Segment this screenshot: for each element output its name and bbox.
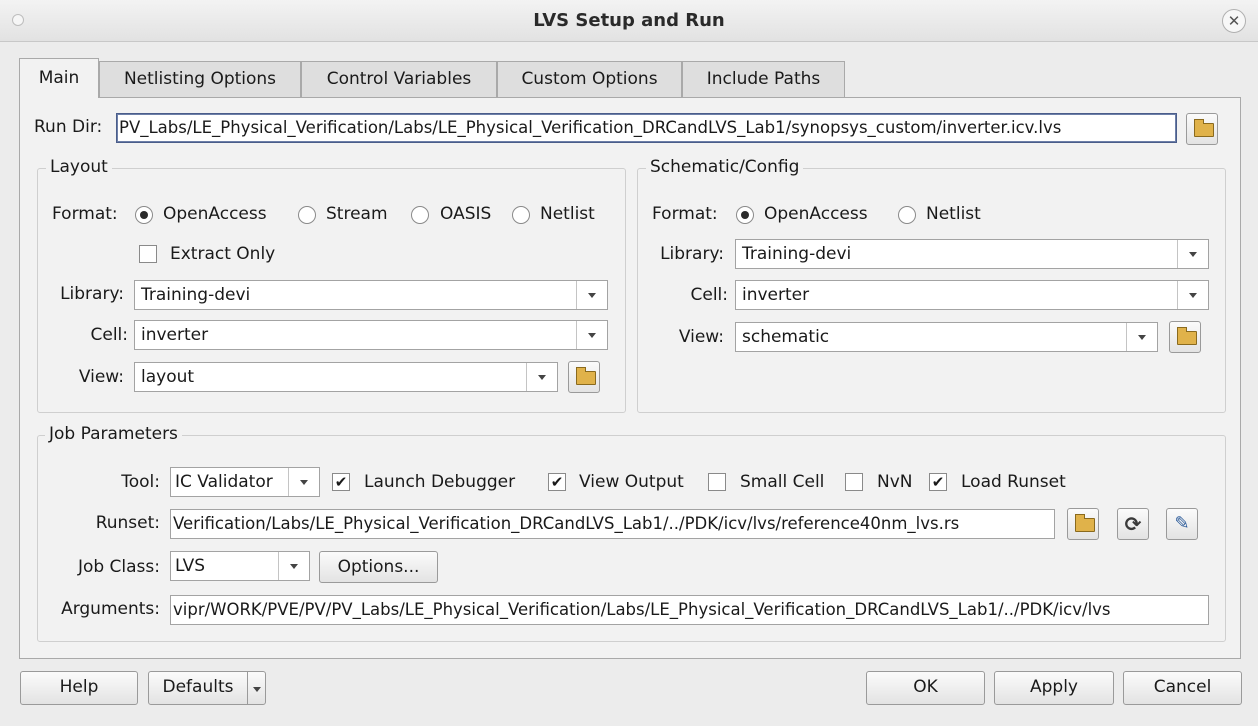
options-button[interactable]: Options... (319, 551, 438, 583)
schematic-library-combo[interactable]: Training-devi (735, 239, 1209, 269)
tool-value: IC Validator (175, 472, 273, 492)
load-runset-checkbox[interactable]: ✔ (929, 473, 947, 491)
nvn-checkbox[interactable] (845, 473, 863, 491)
layout-view-label: View: (78, 367, 124, 387)
schematic-format-label: Format: (652, 204, 718, 224)
schematic-format-netlist-label: Netlist (926, 204, 981, 224)
schematic-view-label: View: (678, 327, 724, 347)
schematic-cell-label: Cell: (690, 285, 728, 305)
layout-library-combo[interactable]: Training-devi (134, 280, 608, 310)
schematic-format-netlist-radio[interactable] (898, 206, 916, 224)
layout-group-title: Layout (46, 157, 112, 177)
tab-main[interactable]: Main (19, 58, 99, 98)
chevron-down-icon[interactable] (1177, 240, 1208, 268)
layout-browse-button[interactable] (568, 361, 600, 393)
extract-only-label: Extract Only (170, 244, 276, 264)
layout-format-netlist-label: Netlist (540, 204, 595, 224)
schematic-browse-button[interactable] (1169, 321, 1201, 353)
job-class-label: Job Class: (77, 557, 160, 577)
small-cell-label: Small Cell (740, 472, 825, 492)
arguments-input[interactable]: vipr/WORK/PVE/PV/PV_Labs/LE_Physical_Ver… (170, 595, 1209, 625)
tool-label: Tool: (121, 472, 160, 492)
help-button[interactable]: Help (20, 671, 138, 705)
layout-format-openaccess-radio[interactable] (135, 206, 153, 224)
schematic-cell-value: inverter (742, 285, 810, 305)
chevron-down-icon[interactable] (278, 552, 309, 580)
job-parameters-title: Job Parameters (45, 424, 182, 444)
job-class-value: LVS (175, 556, 206, 576)
close-icon[interactable]: ✕ (1222, 9, 1246, 33)
view-output-checkbox[interactable]: ✔ (548, 473, 566, 491)
launch-debugger-checkbox[interactable]: ✔ (332, 473, 350, 491)
folder-open-icon (1177, 327, 1197, 345)
tool-combo[interactable]: IC Validator (170, 467, 320, 497)
launch-debugger-label: Launch Debugger (364, 472, 516, 492)
run-dir-browse-button[interactable] (1186, 113, 1218, 145)
schematic-format-openaccess-label: OpenAccess (764, 204, 868, 224)
run-dir-input[interactable]: PV_Labs/LE_Physical_Verification/Labs/LE… (116, 113, 1177, 143)
layout-format-oasis-radio[interactable] (411, 206, 429, 224)
cancel-button[interactable]: Cancel (1123, 671, 1242, 705)
schematic-group-title: Schematic/Config (646, 157, 804, 177)
layout-view-value: layout (141, 367, 195, 387)
extract-only-checkbox[interactable] (139, 245, 157, 263)
defaults-menu-button[interactable] (247, 671, 266, 705)
schematic-cell-combo[interactable]: inverter (735, 280, 1209, 310)
nvn-label: NvN (877, 472, 913, 492)
layout-format-openaccess-label: OpenAccess (163, 204, 267, 224)
run-dir-label: Run Dir: (34, 117, 103, 137)
schematic-library-label: Library: (660, 244, 724, 264)
chevron-down-icon[interactable] (288, 468, 319, 496)
folder-open-icon (1194, 119, 1214, 137)
folder-open-icon (576, 367, 596, 385)
schematic-view-value: schematic (742, 327, 830, 347)
layout-format-stream-label: Stream (326, 204, 388, 224)
folder-open-icon (1075, 514, 1095, 532)
layout-cell-label: Cell: (90, 325, 128, 345)
layout-library-value: Training-devi (141, 285, 251, 305)
arguments-label: Arguments: (61, 599, 160, 619)
layout-format-oasis-label: OASIS (440, 204, 492, 224)
schematic-format-openaccess-radio[interactable] (736, 206, 754, 224)
load-runset-label: Load Runset (961, 472, 1066, 492)
runset-input[interactable]: Verification/Labs/LE_Physical_Verificati… (170, 509, 1055, 539)
view-output-label: View Output (579, 472, 684, 492)
refresh-icon[interactable]: ⟳ (1117, 508, 1149, 540)
layout-cell-combo[interactable]: inverter (134, 320, 608, 350)
job-class-combo[interactable]: LVS (170, 551, 310, 581)
layout-format-netlist-radio[interactable] (512, 206, 530, 224)
chevron-down-icon[interactable] (1177, 281, 1208, 309)
runset-browse-button[interactable] (1067, 508, 1099, 540)
tab-netlisting-options[interactable]: Netlisting Options (99, 61, 301, 97)
ok-button[interactable]: OK (866, 671, 985, 705)
layout-format-stream-radio[interactable] (298, 206, 316, 224)
small-cell-checkbox[interactable] (708, 473, 726, 491)
chevron-down-icon[interactable] (576, 281, 607, 309)
apply-button[interactable]: Apply (994, 671, 1114, 705)
layout-library-label: Library: (60, 284, 124, 304)
schematic-view-combo[interactable]: schematic (735, 322, 1158, 352)
chevron-down-icon[interactable] (576, 321, 607, 349)
schematic-library-value: Training-devi (742, 244, 852, 264)
defaults-button[interactable]: Defaults (148, 671, 248, 705)
tab-include-paths[interactable]: Include Paths (682, 61, 845, 97)
chevron-down-icon[interactable] (526, 363, 557, 391)
chevron-down-icon[interactable] (1126, 323, 1157, 351)
tab-control-variables[interactable]: Control Variables (301, 61, 497, 97)
chevron-down-icon (252, 687, 261, 692)
layout-format-label: Format: (52, 204, 118, 224)
runset-label: Runset: (95, 513, 160, 533)
edit-runset-icon[interactable]: ✎ (1166, 508, 1198, 540)
window-title: LVS Setup and Run (533, 10, 725, 31)
layout-view-combo[interactable]: layout (134, 362, 558, 392)
tab-custom-options[interactable]: Custom Options (497, 61, 682, 97)
layout-cell-value: inverter (141, 325, 209, 345)
